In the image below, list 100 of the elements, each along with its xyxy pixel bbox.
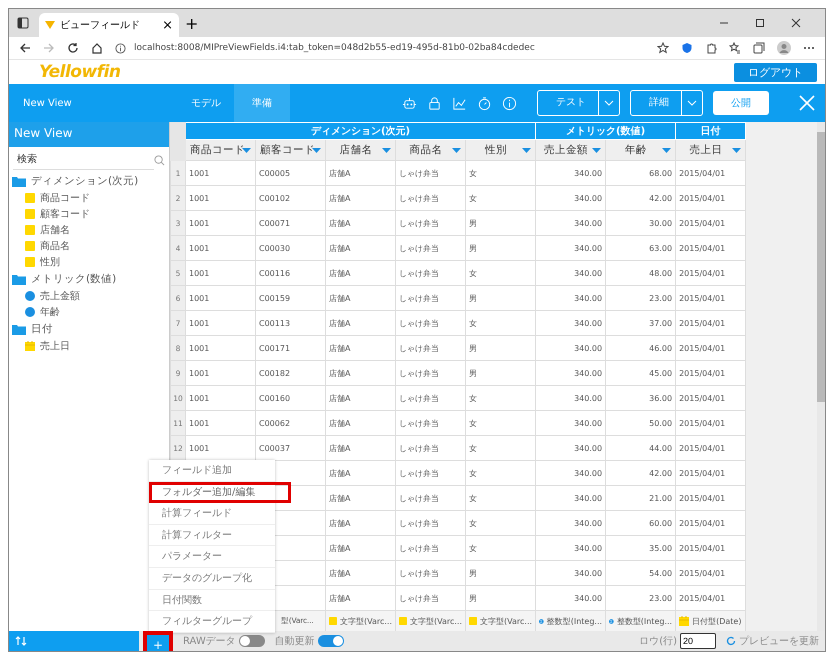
table-cell: 2015/04/01 <box>679 318 726 328</box>
field-label[interactable]: 売上金額 <box>40 289 80 303</box>
caret-icon[interactable] <box>452 148 461 153</box>
table-cell: 店舗A <box>329 544 350 552</box>
folder-label[interactable]: 日付 <box>31 322 53 336</box>
tab-actions-icon[interactable] <box>17 17 29 29</box>
column-header[interactable]: 性別 <box>466 140 536 160</box>
lock-icon[interactable] <box>427 96 442 110</box>
table-cell: C00159 <box>259 294 290 302</box>
toggle-switch[interactable] <box>318 635 344 647</box>
group-header: 日付 <box>676 122 746 140</box>
refresh-icon[interactable] <box>726 636 736 646</box>
table-cell: 2015/04/01 <box>679 244 726 252</box>
home-icon[interactable] <box>91 42 103 54</box>
table-cell: 1001 <box>189 168 210 178</box>
table-cell: しゃけ弁当 <box>399 218 439 228</box>
table-cell: 1001 <box>189 244 210 252</box>
caret-icon[interactable] <box>242 148 251 153</box>
menu-item[interactable]: 計算フィールド <box>149 503 275 525</box>
folder-label[interactable]: メトリック(数値) <box>31 272 116 286</box>
caret-icon[interactable] <box>604 100 614 106</box>
caret-icon[interactable] <box>522 148 532 153</box>
table-cell: 店舗A <box>329 344 350 352</box>
table-cell: 女 <box>469 168 477 178</box>
table-cell: しゃけ弁当 <box>399 194 439 202</box>
table-cell: 女 <box>469 494 477 502</box>
field-label[interactable]: 商品名 <box>40 239 70 253</box>
menu-item[interactable]: データのグループ化 <box>149 568 275 590</box>
browser-tab[interactable]: ビューフィールド × <box>39 13 179 37</box>
table-cell: 2015/04/01 <box>679 418 726 428</box>
square-icon <box>25 257 35 267</box>
close-icon[interactable] <box>791 18 801 28</box>
rows-field[interactable]: 20 <box>680 633 716 649</box>
table-cell: 2015/04/01 <box>679 344 726 352</box>
favorite-icon[interactable] <box>657 42 669 54</box>
column-header[interactable]: 売上日 <box>676 140 746 160</box>
tab-close-button[interactable]: × <box>162 18 173 32</box>
chart-icon[interactable] <box>452 96 467 110</box>
menu-item[interactable]: フォルダー追加/編集 <box>149 482 291 504</box>
field-label[interactable]: 売上日 <box>40 339 70 353</box>
forward-icon[interactable] <box>43 42 55 54</box>
table-cell: C00030 <box>259 244 290 252</box>
menu-item[interactable]: 計算フィルター <box>149 524 275 546</box>
table-cell: しゃけ弁当 <box>399 318 439 328</box>
sort-icon[interactable] <box>15 635 27 647</box>
table-cell: 男 <box>469 594 477 602</box>
timer-icon[interactable] <box>477 96 492 110</box>
caret-icon[interactable] <box>732 148 742 153</box>
shield-icon[interactable] <box>681 42 693 54</box>
maximize-icon[interactable] <box>755 18 765 28</box>
menu-item[interactable]: フィールド追加 <box>149 460 275 482</box>
caret-icon[interactable] <box>382 148 391 153</box>
caret-icon[interactable] <box>312 148 321 153</box>
collections-icon[interactable] <box>753 42 765 54</box>
table-cell: 男 <box>469 568 477 578</box>
field-label[interactable]: 性別 <box>40 255 60 269</box>
group-header: メトリック(数値) <box>536 122 676 140</box>
info-icon[interactable] <box>502 96 517 110</box>
field-label[interactable]: 店舗名 <box>40 223 70 237</box>
table-cell: しゃけ弁当 <box>399 568 439 578</box>
table-cell: 340.00 <box>574 468 602 478</box>
search-field[interactable]: 検索 <box>13 150 154 170</box>
type-label: 整数型(Integ... <box>546 616 602 626</box>
caret-icon[interactable] <box>687 100 697 106</box>
reload-icon[interactable] <box>67 42 79 54</box>
caret-icon[interactable] <box>662 148 672 153</box>
menu-item[interactable]: 日付関数 <box>149 590 275 612</box>
extensions-icon[interactable] <box>705 42 717 54</box>
table-cell: 63.00 <box>649 244 672 252</box>
robot-icon[interactable] <box>402 96 417 110</box>
column-header[interactable]: 商品コード <box>186 140 256 160</box>
table-cell: 男 <box>469 218 477 228</box>
table-cell: 42.00 <box>649 194 672 202</box>
field-label[interactable]: 年齢 <box>40 305 60 319</box>
field-label[interactable]: 顧客コード <box>40 207 90 221</box>
scrollbar[interactable] <box>817 122 825 631</box>
search-icon[interactable] <box>154 154 165 166</box>
table-cell: しゃけ弁当 <box>399 494 439 502</box>
menu-item[interactable]: パラメーター <box>149 546 275 568</box>
table-cell: 店舗A <box>329 444 350 452</box>
toggle-switch[interactable] <box>238 635 265 647</box>
folder-label[interactable]: ディメンション(次元) <box>31 174 138 188</box>
address-field[interactable]: localhost:8008/MIPreViewFields.i4:tab_token=048d2b55-ed19-495d-81b0-02ba84cdedec <box>115 39 645 57</box>
column-header[interactable]: 顧客コード <box>256 140 326 160</box>
favorites-icon[interactable] <box>729 42 741 54</box>
folder-icon <box>12 176 26 186</box>
column-header[interactable]: 年齢 <box>606 140 676 160</box>
column-header[interactable]: 商品名 <box>396 140 466 160</box>
new-tab-button[interactable]: + <box>185 14 198 33</box>
table-cell: 340.00 <box>574 294 602 302</box>
table-cell: 340.00 <box>574 394 602 402</box>
table-cell: 店舗A <box>329 394 350 402</box>
column-header[interactable]: 店舗名 <box>326 140 396 160</box>
table-cell: 女 <box>469 318 477 328</box>
caret-icon[interactable] <box>592 148 602 153</box>
column-header[interactable]: 売上金額 <box>536 140 606 160</box>
field-label[interactable]: 商品コード <box>40 191 90 205</box>
profile-avatar-icon[interactable] <box>777 41 791 55</box>
back-icon[interactable] <box>19 42 31 54</box>
table-cell: 女 <box>469 518 477 528</box>
